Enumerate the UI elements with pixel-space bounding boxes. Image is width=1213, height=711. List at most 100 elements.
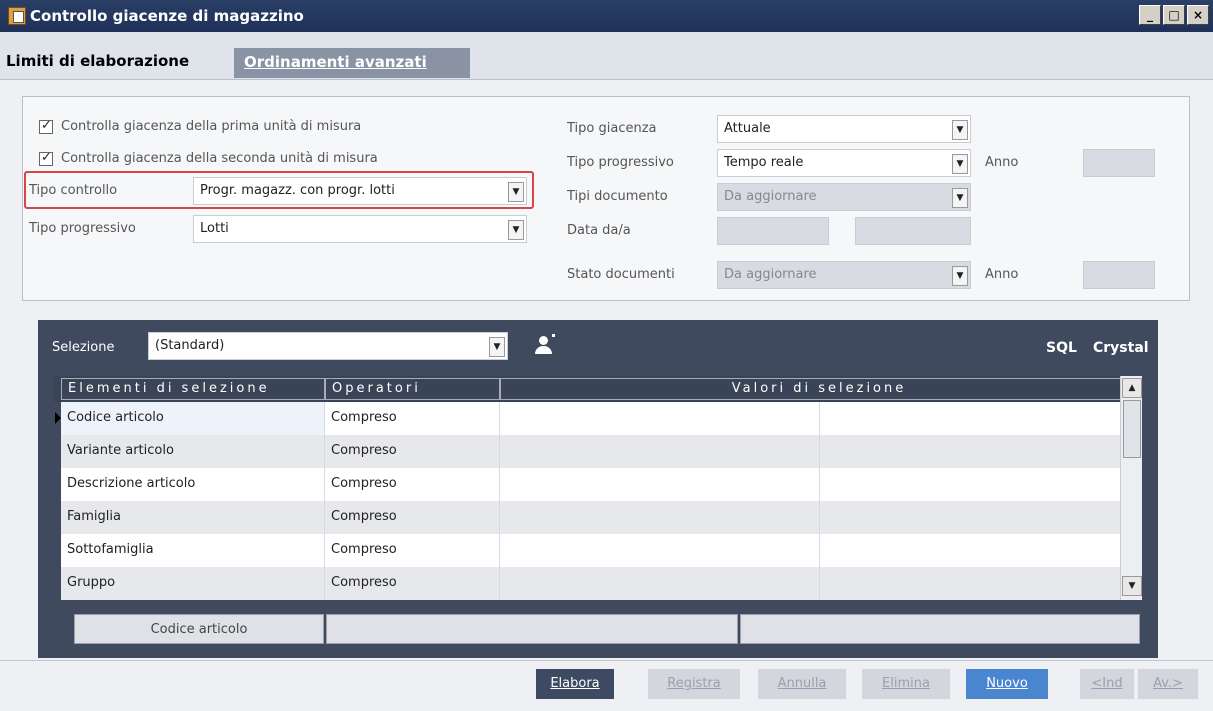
registra-button[interactable]: Registra [648, 669, 740, 699]
title-bar: Controllo giacenze di magazzino _ □ × [0, 0, 1213, 32]
dropdown-arrow-icon[interactable]: ▼ [508, 182, 524, 202]
dropdown-arrow-icon[interactable]: ▼ [508, 220, 524, 240]
tab-limiti-elaborazione[interactable]: Limiti di elaborazione [6, 52, 189, 78]
table-row[interactable]: Gruppo Compreso [54, 567, 1138, 600]
anno2-field[interactable] [1083, 261, 1155, 289]
anno1-field[interactable] [1083, 149, 1155, 177]
cell-valore[interactable] [500, 402, 820, 435]
check-seconda-unita[interactable]: Controlla giacenza della seconda unità d… [39, 150, 378, 166]
cell-operatore[interactable]: Compreso [325, 468, 500, 501]
table-row[interactable]: Sottofamiglia Compreso [54, 534, 1138, 567]
tipo-progressivo-value: Lotti [200, 221, 229, 236]
data-a-field[interactable] [855, 217, 971, 245]
table-row[interactable]: Variante articolo Compreso [54, 435, 1138, 468]
dropdown-arrow-icon[interactable]: ▼ [952, 266, 968, 286]
detail-elemento-cell[interactable]: Codice articolo [74, 614, 324, 644]
header-valori[interactable]: Valori di selezione [500, 378, 1138, 400]
close-button[interactable]: × [1187, 5, 1209, 25]
detail-valore-a-cell[interactable] [740, 614, 1140, 644]
tipo-controllo-value: Progr. magazz. con progr. lotti [200, 183, 395, 198]
row-indicator[interactable] [54, 468, 61, 501]
tipo-progressivo2-label: Tipo progressivo [567, 155, 674, 170]
selezione-select[interactable]: (Standard) ▼ [148, 332, 508, 360]
window-title: Controllo giacenze di magazzino [30, 7, 304, 25]
dropdown-arrow-icon[interactable]: ▼ [952, 120, 968, 140]
stato-documenti-value: Da aggiornare [724, 267, 817, 282]
tipo-giacenza-select[interactable]: Attuale ▼ [717, 115, 971, 143]
row-indicator[interactable] [54, 534, 61, 567]
detail-valore-da-cell[interactable] [326, 614, 738, 644]
cell-elemento[interactable]: Descrizione articolo [61, 468, 325, 501]
grid-header: Elementi di selezione Operatori Valori d… [54, 376, 1138, 402]
header-elementi[interactable]: Elementi di selezione [61, 378, 325, 400]
minimize-button[interactable]: _ [1139, 5, 1161, 25]
window-controls: _ □ × [1139, 5, 1209, 25]
tipo-giacenza-label: Tipo giacenza [567, 121, 657, 136]
cell-elemento[interactable]: Sottofamiglia [61, 534, 325, 567]
maximize-button[interactable]: □ [1163, 5, 1185, 25]
header-operatori[interactable]: Operatori [325, 378, 500, 400]
cell-operatore[interactable]: Compreso [325, 435, 500, 468]
scroll-up-arrow-icon[interactable]: ▲ [1122, 378, 1142, 398]
selezione-value: (Standard) [155, 338, 225, 353]
row-indicator[interactable] [54, 567, 61, 600]
footer-toolbar: Elabora Registra Annulla Elimina Nuovo <… [0, 660, 1213, 711]
cell-operatore[interactable]: Compreso [325, 534, 500, 567]
cell-elemento[interactable]: Gruppo [61, 567, 325, 600]
app-icon [8, 7, 26, 25]
cell-valore[interactable] [500, 501, 820, 534]
table-row[interactable]: Famiglia Compreso [54, 501, 1138, 534]
nuovo-button[interactable]: Nuovo [966, 669, 1048, 699]
tipi-documento-value: Da aggiornare [724, 189, 817, 204]
tipi-documento-select[interactable]: Da aggiornare ▼ [717, 183, 971, 211]
cell-valore[interactable] [500, 567, 820, 600]
vertical-scrollbar[interactable]: ▲ ▼ [1120, 376, 1142, 600]
cell-valore[interactable] [500, 534, 820, 567]
check-prima-unita[interactable]: Controlla giacenza della prima unità di … [39, 118, 361, 134]
tab-ordinamenti-avanzati[interactable]: Ordinamenti avanzati [234, 48, 470, 78]
elabora-button[interactable]: Elabora [536, 669, 614, 699]
data-da-a-label: Data da/a [567, 223, 631, 238]
selezione-label: Selezione [52, 340, 115, 355]
cell-valore[interactable] [500, 468, 820, 501]
scroll-down-arrow-icon[interactable]: ▼ [1122, 576, 1142, 596]
user-icon[interactable] [534, 334, 555, 356]
dropdown-arrow-icon[interactable]: ▼ [952, 154, 968, 174]
anno1-label: Anno [985, 155, 1019, 170]
cell-valore[interactable] [500, 435, 820, 468]
tipo-controllo-select[interactable]: Progr. magazz. con progr. lotti ▼ [193, 177, 527, 205]
row-indicator[interactable] [54, 501, 61, 534]
annulla-button[interactable]: Annulla [758, 669, 846, 699]
check-seconda-unita-label: Controlla giacenza della seconda unità d… [61, 151, 378, 166]
cell-elemento[interactable]: Variante articolo [61, 435, 325, 468]
cell-operatore[interactable]: Compreso [325, 501, 500, 534]
checkbox-checked-icon[interactable] [39, 150, 53, 166]
row-indicator[interactable] [54, 402, 61, 435]
checkbox-checked-icon[interactable] [39, 118, 53, 134]
crystal-button[interactable]: Crystal [1093, 340, 1149, 356]
row-indicator[interactable] [54, 435, 61, 468]
table-row[interactable]: Codice articolo Compreso [54, 402, 1138, 435]
limits-panel: Controlla giacenza della prima unità di … [22, 96, 1190, 301]
cell-elemento[interactable]: Codice articolo [61, 402, 325, 435]
data-da-field[interactable] [717, 217, 829, 245]
stato-documenti-select[interactable]: Da aggiornare ▼ [717, 261, 971, 289]
dropdown-arrow-icon[interactable]: ▼ [489, 337, 505, 357]
prev-record-button[interactable]: <Ind [1080, 669, 1134, 699]
scroll-thumb[interactable] [1123, 400, 1141, 458]
elimina-button[interactable]: Elimina [862, 669, 950, 699]
selection-grid: Codice articolo Compreso Variante artico… [54, 402, 1138, 600]
next-record-button[interactable]: Av.> [1138, 669, 1198, 699]
tipo-progressivo-label: Tipo progressivo [29, 221, 136, 236]
table-row[interactable]: Descrizione articolo Compreso [54, 468, 1138, 501]
cell-elemento[interactable]: Famiglia [61, 501, 325, 534]
detail-bar: Codice articolo [38, 608, 1158, 648]
cell-operatore[interactable]: Compreso [325, 567, 500, 600]
tipo-controllo-label: Tipo controllo [29, 183, 118, 198]
cell-operatore[interactable]: Compreso [325, 402, 500, 435]
tipo-progressivo2-select[interactable]: Tempo reale ▼ [717, 149, 971, 177]
tipo-progressivo-select[interactable]: Lotti ▼ [193, 215, 527, 243]
sql-button[interactable]: SQL [1046, 340, 1077, 356]
main-area: Controlla giacenza della prima unità di … [0, 80, 1213, 711]
dropdown-arrow-icon[interactable]: ▼ [952, 188, 968, 208]
